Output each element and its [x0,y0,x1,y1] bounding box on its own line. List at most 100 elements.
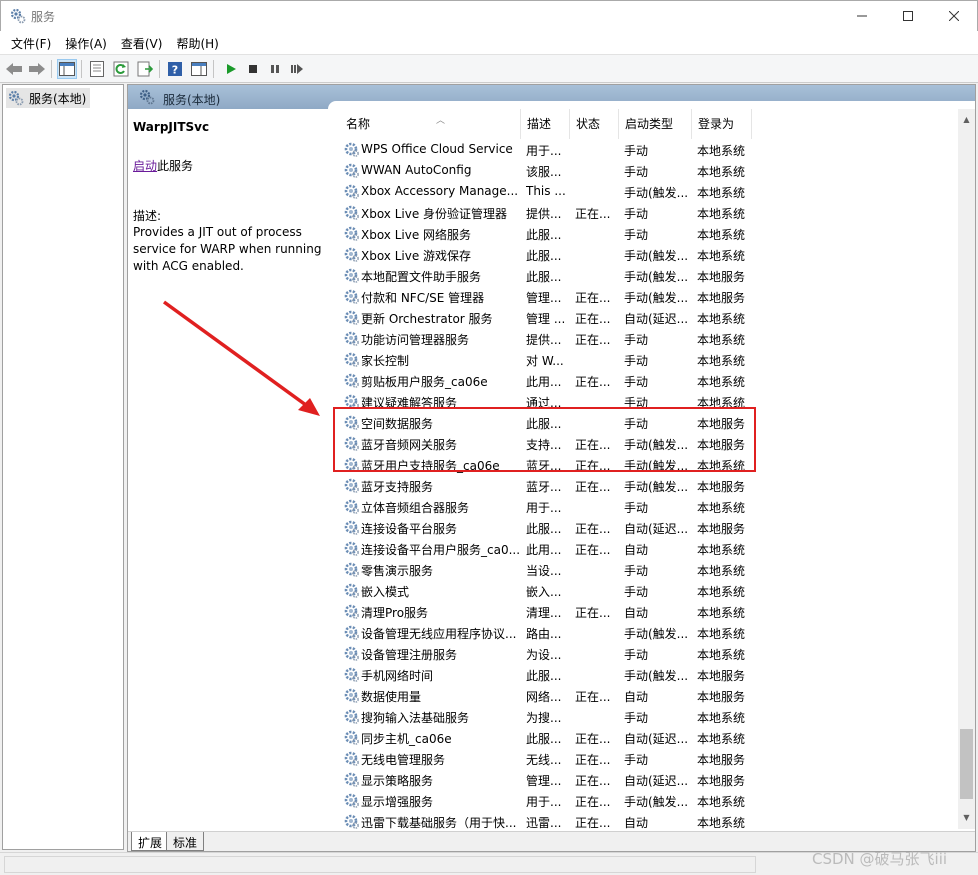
start-service-link[interactable]: 启动 [133,159,157,173]
maximize-button[interactable] [885,1,931,31]
service-startup-type: 手动(触发... [624,186,689,200]
table-row[interactable]: 数据使用量 网络... 正在... 自动 本地服务 [330,685,960,706]
maximize-icon [903,11,913,21]
tree-item-services-local[interactable]: 服务(本地) [6,88,90,108]
service-desc: 该服... [526,165,562,179]
service-desc: 管理 ... [526,312,566,326]
column-header-startup-type[interactable]: 启动类型 [619,109,692,139]
toolbar-separator [51,60,52,78]
service-logon: 本地系统 [697,186,746,200]
table-row[interactable]: 嵌入模式 嵌入... 手动 本地系统 [330,580,960,601]
scroll-up-icon[interactable]: ▲ [958,115,975,127]
console-tree-icon [59,62,75,76]
properties-button[interactable] [87,59,107,79]
table-row[interactable]: 功能访问管理器服务 提供... 正在... 手动 本地系统 [330,328,960,349]
menu-action[interactable]: 操作(A) [58,31,114,54]
service-name: WPS Office Cloud Service [361,142,513,156]
close-button[interactable] [931,1,977,31]
menu-file[interactable]: 文件(F) [4,31,58,54]
table-row[interactable]: 连接设备平台服务 此服... 正在... 自动(延迟... 本地服务 [330,517,960,538]
back-button[interactable] [4,59,24,79]
service-gear-icon [343,372,360,389]
service-gear-icon [343,708,360,725]
table-row[interactable]: 付款和 NFC/SE 管理器 管理... 正在... 手动(触发... 本地服务 [330,286,960,307]
table-row[interactable]: 显示策略服务 管理... 正在... 自动(延迟... 本地服务 [330,769,960,790]
pause-service-button[interactable] [265,59,285,79]
service-startup-type: 手动 [624,207,649,221]
description-label: 描述: [133,209,162,223]
help-button[interactable]: ? [165,59,185,79]
forward-button[interactable] [27,59,47,79]
pause-icon [271,65,279,73]
restart-service-button[interactable] [287,59,307,79]
table-row[interactable]: WPS Office Cloud Service 用于... 手动 本地系统 [330,139,960,160]
table-row[interactable]: 立体音频组合器服务 用于... 手动 本地系统 [330,496,960,517]
minimize-button[interactable] [839,1,885,31]
service-name: 蓝牙支持服务 [361,480,434,494]
service-gear-icon [343,309,360,326]
service-desc: 为设... [526,648,562,662]
service-startup-type: 手动 [624,564,649,578]
column-header-name[interactable]: 名称 ︿ [340,109,521,139]
table-row[interactable]: 搜狗输入法基础服务 为搜... 手动 本地系统 [330,706,960,727]
service-status: 正在... [575,543,611,557]
table-row[interactable]: 无线电管理服务 无线... 正在... 手动 本地服务 [330,748,960,769]
service-startup-type: 自动 [624,816,649,829]
refresh-button[interactable] [111,59,131,79]
table-row[interactable]: Xbox Live 身份验证管理器 提供... 正在... 手动 本地系统 [330,202,960,223]
table-row[interactable]: 零售演示服务 当设... 手动 本地系统 [330,559,960,580]
table-row[interactable]: 手机网络时间 此服... 手动(触发... 本地服务 [330,664,960,685]
service-gear-icon [343,792,360,809]
column-header-desc[interactable]: 描述 [521,109,570,139]
table-row[interactable]: 本地配置文件助手服务 此服... 手动(触发... 本地服务 [330,265,960,286]
table-row[interactable]: 家长控制 对 W... 手动 本地系统 [330,349,960,370]
service-logon: 本地系统 [697,333,746,347]
watermark-text: CSDN @破马张飞iii [812,850,948,868]
service-name: 数据使用量 [361,690,422,704]
table-row[interactable]: 设备管理注册服务 为设... 手动 本地系统 [330,643,960,664]
service-status: 正在... [575,522,611,536]
window-title: 服务 [31,10,56,24]
table-row[interactable]: WWAN AutoConfig 该服... 手动 本地系统 [330,160,960,181]
scroll-down-icon[interactable]: ▼ [958,813,975,825]
table-row[interactable]: 同步主机_ca06e 此服... 正在... 自动(延迟... 本地系统 [330,727,960,748]
service-logon: 本地系统 [697,249,746,263]
table-row[interactable]: Xbox Live 游戏保存 此服... 手动(触发... 本地系统 [330,244,960,265]
service-startup-type: 手动(触发... [624,669,689,683]
service-name: Xbox Accessory Manage... [361,184,519,198]
service-status: 正在... [575,753,611,767]
table-row[interactable]: Xbox Live 网络服务 此服... 手动 本地系统 [330,223,960,244]
menu-help[interactable]: 帮助(H) [169,31,225,54]
action-pane-button[interactable] [189,59,209,79]
menu-view[interactable]: 查看(V) [114,31,170,54]
stop-service-button[interactable] [243,59,263,79]
table-row[interactable]: 剪贴板用户服务_ca06e 此用... 正在... 手动 本地系统 [330,370,960,391]
export-list-button[interactable] [135,59,155,79]
table-row[interactable]: Xbox Accessory Manage... This ... 手动(触发...… [330,181,960,202]
console-tree: 服务(本地) [2,84,124,850]
toolbar-separator [159,60,160,78]
minimize-icon [857,15,867,17]
menu-bar: 文件(F) 操作(A) 查看(V) 帮助(H) [0,31,978,54]
table-row[interactable]: 迅雷下载基础服务（用于快... 迅雷... 正在... 自动 本地系统 [330,811,960,829]
table-row[interactable]: 蓝牙支持服务 蓝牙... 正在... 手动(触发... 本地服务 [330,475,960,496]
tab-extended[interactable]: 扩展 [131,832,170,851]
vertical-scrollbar[interactable]: ▲ ▼ [958,109,975,829]
show-hide-console-tree-button[interactable] [57,59,77,79]
table-row[interactable]: 显示增强服务 用于... 正在... 手动(触发... 本地系统 [330,790,960,811]
service-logon: 本地服务 [697,690,746,704]
table-row[interactable]: 连接设备平台用户服务_ca0... 此用... 正在... 自动 本地系统 [330,538,960,559]
table-row[interactable]: 更新 Orchestrator 服务 管理 ... 正在... 自动(延迟... 本地系… [330,307,960,328]
start-service-button[interactable] [221,59,241,79]
column-header-status[interactable]: 状态 [570,109,619,139]
service-name: 连接设备平台服务 [361,522,458,536]
table-row[interactable]: 设备管理无线应用程序协议... 路由... 手动(触发... 本地系统 [330,622,960,643]
table-row[interactable]: 清理Pro服务 清理... 正在... 自动 本地系统 [330,601,960,622]
service-desc: 当设... [526,564,562,578]
service-name: 同步主机_ca06e [361,732,452,746]
tab-standard[interactable]: 标准 [166,832,205,851]
service-gear-icon [343,519,360,536]
scroll-thumb[interactable] [960,729,973,799]
column-header-logon[interactable]: 登录为 [692,109,752,139]
service-name: 更新 Orchestrator 服务 [361,312,493,326]
